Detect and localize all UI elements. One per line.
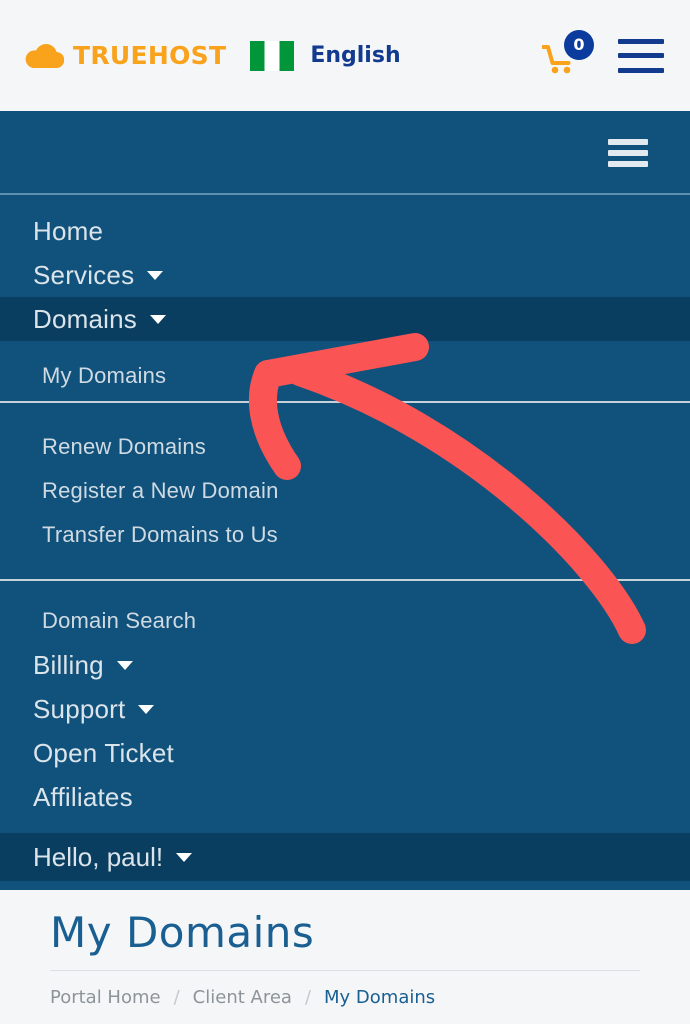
app-screen: TRUEHOST English 0 Home Services Domains… xyxy=(0,0,690,1024)
burger-line xyxy=(608,150,648,156)
breadcrumb-item-portal-home[interactable]: Portal Home xyxy=(50,987,161,1008)
nav-item-renew-domains[interactable]: Renew Domains xyxy=(0,425,690,469)
chevron-down-icon xyxy=(150,314,166,324)
nav-item-transfer-domains[interactable]: Transfer Domains to Us xyxy=(0,513,690,557)
nav-item-label: My Domains xyxy=(42,363,167,388)
chevron-down-icon xyxy=(147,270,164,280)
nav-item-label: Renew Domains xyxy=(42,434,207,459)
nav-item-billing[interactable]: Billing xyxy=(0,643,690,687)
nav-hamburger-menu-icon[interactable] xyxy=(608,139,648,167)
user-greeting-label: Hello, paul! xyxy=(33,841,164,872)
cloud-icon xyxy=(24,43,64,69)
nav-item-label: Home xyxy=(33,215,104,246)
nav-item-domains[interactable]: Domains xyxy=(0,297,690,341)
brand-name: TRUEHOST xyxy=(73,41,227,70)
nav-item-services[interactable]: Services xyxy=(0,253,690,297)
breadcrumb-item-client-area[interactable]: Client Area xyxy=(193,987,292,1008)
nav-item-label: Register a New Domain xyxy=(42,478,279,503)
nav-item-affiliates[interactable]: Affiliates xyxy=(0,775,690,819)
nav-item-my-domains[interactable]: My Domains xyxy=(0,351,690,401)
language-selector[interactable]: English xyxy=(310,43,400,68)
nav-item-label: Transfer Domains to Us xyxy=(42,522,278,547)
burger-line xyxy=(618,38,664,44)
nav-item-label: Open Ticket xyxy=(33,737,174,768)
hamburger-menu-icon[interactable] xyxy=(618,38,664,73)
nav-item-domain-search[interactable]: Domain Search xyxy=(0,599,690,643)
breadcrumb: Portal Home / Client Area / My Domains xyxy=(50,987,690,1008)
page-title: My Domains xyxy=(50,908,315,957)
chevron-down-icon xyxy=(116,660,133,670)
nav-toggle-row xyxy=(0,111,690,195)
chevron-down-icon xyxy=(138,704,155,714)
nav-item-home[interactable]: Home xyxy=(0,209,690,253)
nav-item-label: Domain Search xyxy=(42,608,197,633)
site-header: TRUEHOST English 0 xyxy=(0,0,690,111)
burger-line xyxy=(608,161,648,167)
cart-button[interactable]: 0 xyxy=(542,29,594,79)
nav-item-register-new-domain[interactable]: Register a New Domain xyxy=(0,469,690,513)
user-menu[interactable]: Hello, paul! xyxy=(0,833,690,881)
breadcrumb-separator: / xyxy=(304,987,312,1008)
chevron-down-icon xyxy=(176,852,193,862)
burger-line xyxy=(618,67,664,73)
nav-item-label: Support xyxy=(33,693,126,724)
breadcrumb-item-my-domains: My Domains xyxy=(324,987,436,1008)
burger-line xyxy=(618,53,664,58)
nav-item-label: Domains xyxy=(33,303,137,334)
breadcrumb-separator: / xyxy=(173,987,180,1008)
header-actions: 0 xyxy=(542,0,690,111)
title-divider xyxy=(50,970,640,971)
nav-item-label: Affiliates xyxy=(33,781,133,812)
content-area: My Domains Portal Home / Client Area / M… xyxy=(0,890,690,1024)
nav-item-label: Billing xyxy=(33,649,104,680)
cart-count-badge: 0 xyxy=(564,29,594,60)
nav-item-label: Services xyxy=(33,259,135,290)
nigeria-flag-icon[interactable] xyxy=(250,40,295,71)
nav-item-open-ticket[interactable]: Open Ticket xyxy=(0,731,690,775)
burger-line xyxy=(608,139,648,145)
nav-item-support[interactable]: Support xyxy=(0,687,690,731)
brand-logo[interactable]: TRUEHOST xyxy=(24,41,226,70)
main-navigation-panel: Home Services Domains My Domains Renew D… xyxy=(0,111,690,915)
